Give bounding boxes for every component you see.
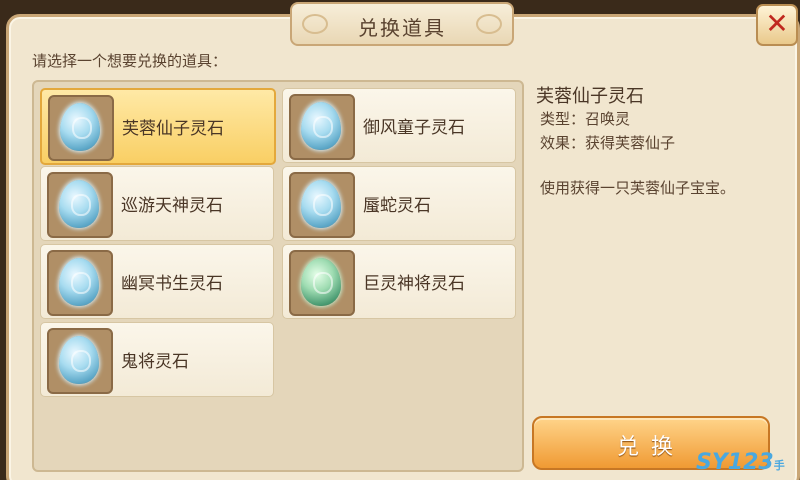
close-button[interactable]: ✕: [756, 4, 798, 46]
item-label: 芙蓉仙子灵石: [122, 119, 224, 139]
item-slot-youming[interactable]: 幽冥书生灵石: [40, 244, 274, 319]
item-label: 巨灵神将灵石: [363, 274, 465, 294]
item-icon-frame: [47, 250, 113, 316]
spirit-stone-green-icon: [301, 258, 341, 306]
detail-effect: 效果：获得芙蓉仙子: [540, 134, 676, 152]
exchange-screen: 兑换道具 ✕ 请选择一个想要兑换的道具： 芙蓉仙子灵石 御风童子灵石 巡游天神灵…: [0, 0, 800, 480]
item-icon-frame: [48, 95, 114, 161]
item-label: 幽冥书生灵石: [121, 274, 223, 294]
item-slot-shenshe[interactable]: 蜃蛇灵石: [282, 166, 516, 241]
item-icon-frame: [289, 250, 355, 316]
dialog-title: 兑换道具: [358, 16, 446, 40]
item-label: 巡游天神灵石: [121, 196, 223, 216]
detail-item-name: 芙蓉仙子灵石: [536, 86, 644, 107]
item-icon-frame: [47, 172, 113, 238]
select-prompt: 请选择一个想要兑换的道具：: [32, 52, 228, 70]
detail-type: 类型：召唤灵: [540, 110, 631, 128]
spirit-stone-icon: [60, 103, 100, 151]
title-plate: 兑换道具: [290, 2, 514, 46]
site-watermark: SY123手游.net: [696, 450, 800, 480]
item-slot-yufeng[interactable]: 御风童子灵石: [282, 88, 516, 163]
item-label: 御风童子灵石: [363, 118, 465, 138]
item-slot-xunyou[interactable]: 巡游天神灵石: [40, 166, 274, 241]
item-icon-frame: [47, 328, 113, 394]
item-slot-furong[interactable]: 芙蓉仙子灵石: [40, 88, 276, 165]
item-icon-frame: [289, 94, 355, 160]
item-list: 芙蓉仙子灵石 御风童子灵石 巡游天神灵石 蜃蛇灵石 幽冥书生灵石 巨灵神将灵石 …: [32, 80, 524, 472]
item-slot-juling[interactable]: 巨灵神将灵石: [282, 244, 516, 319]
spirit-stone-icon: [301, 180, 341, 228]
detail-description: 使用获得一只芙蓉仙子宝宝。: [540, 179, 736, 197]
item-icon-frame: [289, 172, 355, 238]
item-slot-guijiang[interactable]: 鬼将灵石: [40, 322, 274, 397]
watermark-text: SY123: [696, 450, 774, 475]
spirit-stone-icon: [301, 102, 341, 150]
item-label: 蜃蛇灵石: [363, 196, 431, 216]
item-label: 鬼将灵石: [121, 352, 189, 372]
spirit-stone-icon: [59, 180, 99, 228]
close-icon: ✕: [765, 7, 789, 40]
spirit-stone-icon: [59, 336, 99, 384]
spirit-stone-icon: [59, 258, 99, 306]
